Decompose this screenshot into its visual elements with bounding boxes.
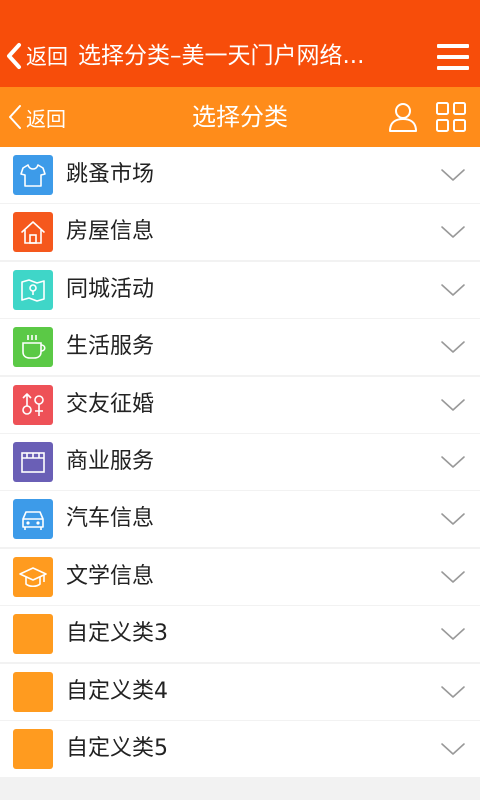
user-icon [389, 103, 417, 132]
category-item[interactable]: 房屋信息 [0, 204, 480, 261]
category-item[interactable]: 交友征婚 [0, 376, 480, 433]
hamburger-icon [437, 44, 469, 48]
chevron-down-icon [440, 737, 466, 761]
category-item[interactable]: 同城活动 [0, 261, 480, 318]
category-item[interactable]: 文学信息 [0, 548, 480, 605]
chevron-left-icon [9, 105, 21, 129]
chevron-down-icon [440, 393, 466, 417]
top-back-button[interactable]: 返回 [6, 40, 68, 72]
page-title: 选择分类–美一天门户网络... [78, 43, 365, 69]
category-label: 文学信息 [66, 563, 155, 589]
blank-icon [13, 614, 53, 655]
category-label: 自定义类4 [66, 678, 168, 704]
category-item[interactable]: 汽车信息 [0, 491, 480, 548]
chevron-down-icon [440, 220, 466, 244]
chevron-left-icon [7, 43, 21, 69]
category-label: 自定义类3 [66, 621, 168, 647]
hamburger-icon-line [437, 66, 469, 70]
hamburger-icon-line [437, 55, 469, 59]
chevron-down-icon [440, 163, 466, 187]
category-label: 房屋信息 [66, 219, 155, 245]
category-list: 跳蚤市场房屋信息同城活动生活服务交友征婚商业服务汽车信息文学信息自定义类3 自定义… [0, 147, 480, 778]
blank-icon [13, 728, 53, 769]
category-item[interactable]: 自定义类3 [0, 606, 480, 663]
category-label: 商业服务 [66, 448, 155, 474]
graduation-cap-icon [13, 556, 53, 597]
menu-button[interactable] [432, 40, 472, 74]
store-icon [13, 441, 53, 482]
category-item[interactable]: 自定义类5 [0, 720, 480, 777]
category-label: 自定义类5 [66, 735, 168, 761]
top-back-label: 返回 [26, 45, 68, 69]
sub-back-label: 返回 [26, 106, 66, 131]
chevron-down-icon [440, 680, 466, 704]
user-button[interactable] [386, 100, 420, 134]
sub-back-button[interactable]: 返回 [8, 101, 66, 133]
category-item[interactable]: 商业服务 [0, 433, 480, 490]
category-label: 同城活动 [66, 276, 155, 302]
chevron-down-icon [440, 622, 466, 646]
grid-icon [436, 102, 466, 132]
category-label: 生活服务 [66, 334, 155, 360]
grid-button[interactable] [434, 100, 468, 134]
top-bar: 返回 选择分类–美一天门户网络... [0, 0, 480, 87]
sub-header: 返回 选择分类 [0, 87, 480, 147]
chevron-down-icon [440, 507, 466, 531]
car-icon [13, 499, 53, 540]
category-item[interactable]: 生活服务 [0, 319, 480, 376]
tshirt-icon [13, 155, 53, 195]
house-icon [13, 212, 53, 253]
cup-icon [13, 327, 53, 368]
map-icon [13, 269, 53, 310]
category-label: 跳蚤市场 [66, 162, 155, 187]
gender-icon [13, 384, 53, 425]
chevron-down-icon [440, 450, 466, 474]
chevron-down-icon [440, 565, 466, 589]
category-item[interactable]: 自定义类4 [0, 663, 480, 720]
category-label: 汽车信息 [66, 506, 155, 532]
chevron-down-icon [440, 278, 466, 302]
blank-icon [13, 671, 53, 712]
chevron-down-icon [440, 335, 466, 359]
category-item[interactable]: 跳蚤市场 [0, 147, 480, 203]
category-label: 交友征婚 [66, 391, 155, 417]
